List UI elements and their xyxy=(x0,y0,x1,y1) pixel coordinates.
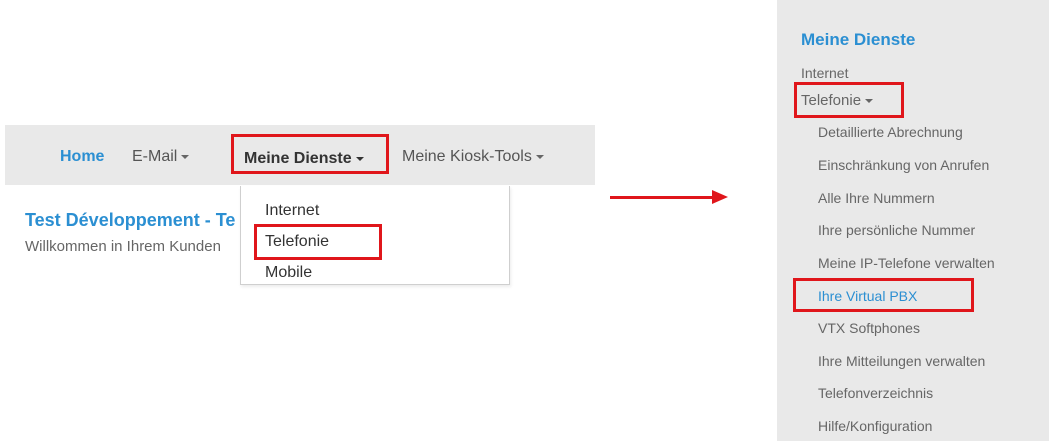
nav-home-link[interactable]: Home xyxy=(60,125,104,185)
sidebar-item-internet[interactable]: Internet xyxy=(801,65,848,81)
sidebar-subitem[interactable]: Alle Ihre Nummern xyxy=(818,190,935,206)
sidebar-subitem[interactable]: Detaillierte Abrechnung xyxy=(818,124,963,140)
arrow-right-icon xyxy=(712,190,728,204)
sidebar-subitem[interactable]: VTX Softphones xyxy=(818,320,920,336)
nav-kiosk-tools-menu[interactable]: Meine Kiosk-Tools xyxy=(402,125,544,185)
dropdown-item-internet[interactable]: Internet xyxy=(265,202,319,220)
nav-kiosk-tools-label: Meine Kiosk-Tools xyxy=(402,148,532,165)
nav-meine-dienste-label: Meine Dienste xyxy=(244,150,352,167)
nav-meine-dienste-menu[interactable]: Meine Dienste xyxy=(231,134,389,174)
nav-home-label: Home xyxy=(60,148,105,165)
telefonie-highlight-box xyxy=(794,82,904,118)
nav-email-label: E-Mail xyxy=(132,148,178,165)
sidebar-subitem[interactable]: Telefonverzeichnis xyxy=(818,385,933,401)
virtual-pbx-highlight-box xyxy=(793,278,974,312)
page-content: Test Développement - Te Willkommen in Ih… xyxy=(0,200,240,270)
sidebar-subitem[interactable]: Ihre persönliche Nummer xyxy=(818,222,975,238)
sidebar-title[interactable]: Meine Dienste xyxy=(801,30,915,50)
top-navbar: Home E-Mail Meine Dienste Meine Kiosk-To… xyxy=(5,125,595,185)
services-sidebar: Meine Dienste Internet Telefonie Detaill… xyxy=(777,0,1049,441)
caret-down-icon xyxy=(355,156,364,161)
sidebar-subitem[interactable]: Ihre Mitteilungen verwalten xyxy=(818,353,985,369)
caret-down-icon xyxy=(181,154,190,159)
arrow-line xyxy=(610,196,715,199)
sidebar-subitem[interactable]: Einschränkung von Anrufen xyxy=(818,157,989,173)
telefonie-highlight-box xyxy=(254,224,382,260)
page-subtitle: Willkommen in Ihrem Kunden xyxy=(25,238,221,255)
nav-email-menu[interactable]: E-Mail xyxy=(132,125,190,185)
sidebar-subitem[interactable]: Meine IP-Telefone verwalten xyxy=(818,255,995,271)
caret-down-icon xyxy=(535,154,544,159)
page-title: Test Développement - Te xyxy=(25,210,236,230)
dropdown-item-mobile[interactable]: Mobile xyxy=(265,264,312,282)
sidebar-subitem[interactable]: Hilfe/Konfiguration xyxy=(818,418,932,434)
